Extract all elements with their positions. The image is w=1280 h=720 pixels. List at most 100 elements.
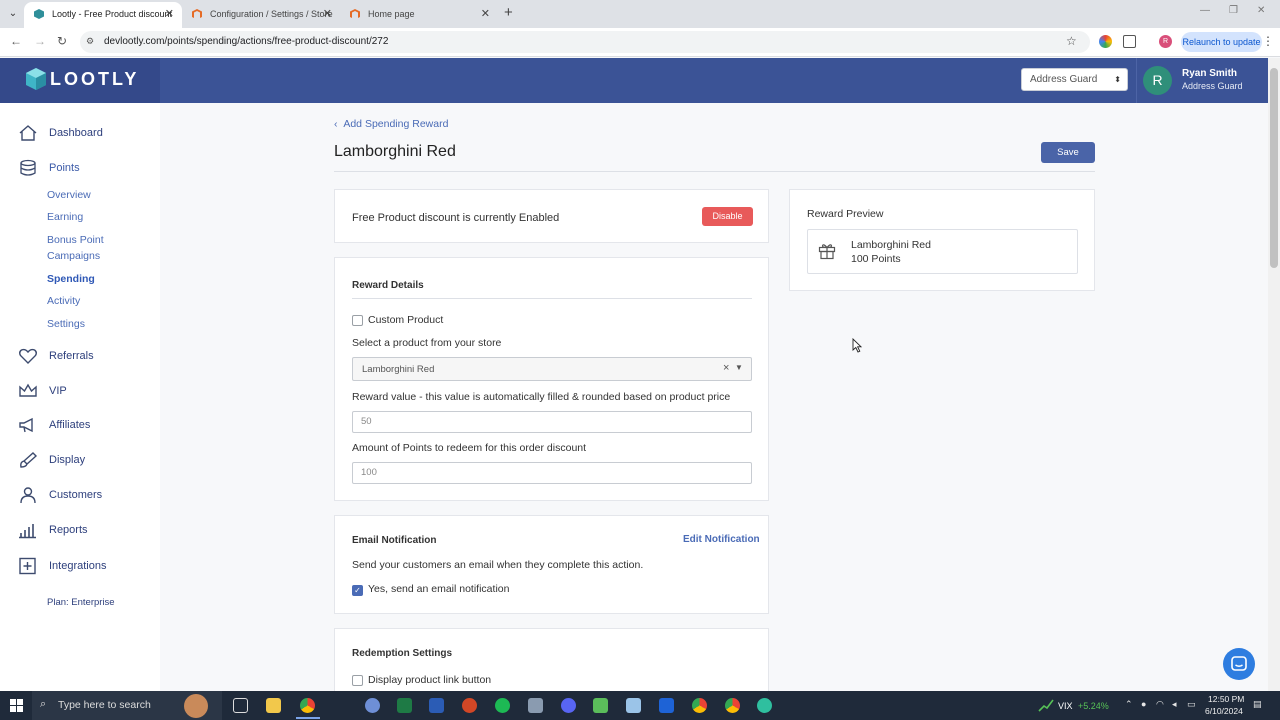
logo-text: LOOTLY [50, 69, 140, 89]
reward-value-input[interactable]: 50 [352, 411, 752, 433]
notepad-icon[interactable] [626, 698, 641, 713]
extensions-puzzle-icon[interactable] [1123, 35, 1136, 48]
sidebar-subitem-campaigns[interactable]: Campaigns [47, 250, 100, 262]
os-taskbar: ⌕ Type here to search VIX +5.24% ⌃ ● ◠ ◂… [0, 691, 1280, 720]
word-icon[interactable] [429, 698, 444, 713]
disable-button[interactable]: Disable [702, 207, 753, 226]
file-explorer-icon[interactable] [266, 698, 281, 713]
settings-app-icon[interactable] [365, 698, 380, 713]
new-tab-plus-icon[interactable]: + [504, 4, 513, 22]
close-icon[interactable]: ✕ [481, 2, 490, 26]
custom-product-checkbox[interactable] [352, 315, 363, 326]
back-arrow-icon[interactable]: ← [10, 34, 22, 48]
microphone-icon[interactable]: ● [1141, 699, 1146, 709]
sidebar-subitem-spending[interactable]: Spending [47, 273, 95, 285]
url-text: devlootly.com/points/spending/actions/fr… [104, 36, 389, 47]
site-settings-icon[interactable]: ⚙ [86, 36, 94, 47]
excel-icon[interactable] [397, 698, 412, 713]
avatar[interactable]: R [1143, 66, 1172, 95]
browser-tab-bar: ⌄ Lootly - Free Product discount ✕ Confi… [0, 0, 1280, 28]
store-selector[interactable]: Address Guard ⬍ [1021, 68, 1128, 91]
clear-selection-icon[interactable]: × [723, 362, 729, 374]
reload-icon[interactable]: ↻ [57, 34, 67, 48]
reward-preview-card: Reward Preview Lamborghini Red 100 Point… [789, 189, 1095, 291]
relaunch-button[interactable]: Relaunch to update [1181, 32, 1262, 52]
chrome-icon[interactable] [300, 698, 315, 713]
save-button[interactable]: Save [1041, 142, 1095, 163]
taskbar-search-input[interactable]: ⌕ Type here to search [32, 691, 222, 720]
window-close-icon[interactable]: ✕ [1257, 5, 1265, 16]
bar-chart-icon [19, 524, 36, 539]
tab-title: Home page [368, 9, 415, 19]
task-view-icon[interactable] [233, 698, 248, 713]
chevron-down-icon[interactable]: ▼ [735, 363, 743, 372]
close-icon[interactable]: ✕ [165, 2, 174, 26]
chat-icon [1231, 656, 1247, 671]
sidebar-subitem-earning[interactable]: Earning [47, 211, 83, 223]
lootly-logo-icon [26, 68, 46, 90]
sidebar-subitem-activity[interactable]: Activity [47, 295, 80, 307]
reward-preview-heading: Reward Preview [807, 208, 884, 220]
dropbox-icon[interactable] [659, 698, 674, 713]
restore-icon[interactable]: ❐ [1229, 5, 1238, 16]
powerpoint-icon[interactable] [462, 698, 477, 713]
app-icon[interactable] [757, 698, 772, 713]
magento-favicon-icon [192, 9, 202, 19]
battery-icon[interactable]: ▭ [1187, 699, 1196, 710]
anchor-app-icon[interactable] [528, 698, 543, 713]
clock-date[interactable]: 6/10/2024 [1205, 706, 1243, 716]
vix-change: +5.24% [1078, 701, 1109, 711]
chevron-up-icon[interactable]: ⌃ [1125, 699, 1133, 710]
discord-icon[interactable] [561, 698, 576, 713]
forward-arrow-icon[interactable]: → [34, 34, 46, 48]
wifi-icon[interactable]: ◠ [1156, 699, 1164, 710]
mouse-cursor-icon [852, 338, 862, 353]
app-icon[interactable] [593, 698, 608, 713]
tab-title: Configuration / Settings / Store [210, 9, 333, 19]
magento-favicon-icon [350, 9, 360, 19]
url-input[interactable]: ⚙ devlootly.com/points/spending/actions/… [80, 31, 1090, 53]
volume-icon[interactable]: ◂ [1172, 699, 1177, 710]
browser-tab-lootly[interactable]: Lootly - Free Product discount ✕ [24, 2, 182, 28]
profile-avatar-icon[interactable]: R [1159, 35, 1172, 48]
brush-icon [20, 452, 38, 468]
tab-search-icon[interactable]: ⌄ [4, 5, 22, 23]
spotify-icon[interactable] [495, 698, 510, 713]
clock-time[interactable]: 12:50 PM [1208, 694, 1244, 704]
browser-menu-icon[interactable]: ⋮ [1262, 34, 1274, 48]
bookmark-star-icon[interactable]: ☆ [1066, 34, 1077, 48]
sidebar-subitem-settings[interactable]: Settings [47, 318, 85, 330]
browser-tab-home[interactable]: Home page ✕ [340, 2, 498, 28]
product-link-checkbox[interactable] [352, 675, 363, 686]
notification-icon[interactable]: ▤ [1253, 699, 1262, 710]
chrome-profile-icon[interactable] [692, 698, 707, 713]
chrome-profile-icon[interactable] [725, 698, 740, 713]
close-icon[interactable]: ✕ [323, 2, 332, 26]
email-notification-card: Email Notification Edit Notification Sen… [334, 515, 769, 614]
back-link[interactable]: ‹ Add Spending Reward [334, 118, 448, 130]
minimize-icon[interactable]: — [1200, 5, 1210, 16]
header-divider [1136, 58, 1137, 103]
sidebar-subitem-bonus-point[interactable]: Bonus Point [47, 234, 104, 246]
search-icon: ⌕ [40, 698, 47, 710]
browser-address-bar: ← → ↻ ⚙ devlootly.com/points/spending/ac… [0, 28, 1280, 57]
page-scrollbar-thumb[interactable] [1270, 68, 1278, 268]
browser-tab-configuration[interactable]: Configuration / Settings / Store ✕ [182, 2, 340, 28]
logo[interactable]: LOOTLY [0, 58, 160, 103]
product-select[interactable]: Lamborghini Red × ▼ [352, 357, 752, 381]
reward-preview-item: Lamborghini Red 100 Points [807, 229, 1078, 274]
send-email-checkbox[interactable]: ✓ [352, 585, 363, 596]
edit-notification-link[interactable]: Edit Notification [683, 534, 760, 545]
user-name[interactable]: Ryan Smith [1182, 68, 1237, 79]
windows-start-icon[interactable] [10, 699, 23, 712]
send-email-label: Yes, send an email notification [368, 583, 510, 595]
points-redeem-input[interactable]: 100 [352, 462, 752, 484]
email-description: Send your customers an email when they c… [352, 559, 644, 571]
reward-value-label: Reward value - this value is automatical… [352, 391, 731, 403]
home-icon [19, 125, 37, 141]
chat-widget-button[interactable] [1223, 648, 1255, 680]
title-divider [334, 171, 1095, 172]
sidebar-subitem-overview[interactable]: Overview [47, 189, 91, 201]
section-divider [352, 298, 752, 299]
color-extension-icon[interactable] [1099, 35, 1112, 48]
